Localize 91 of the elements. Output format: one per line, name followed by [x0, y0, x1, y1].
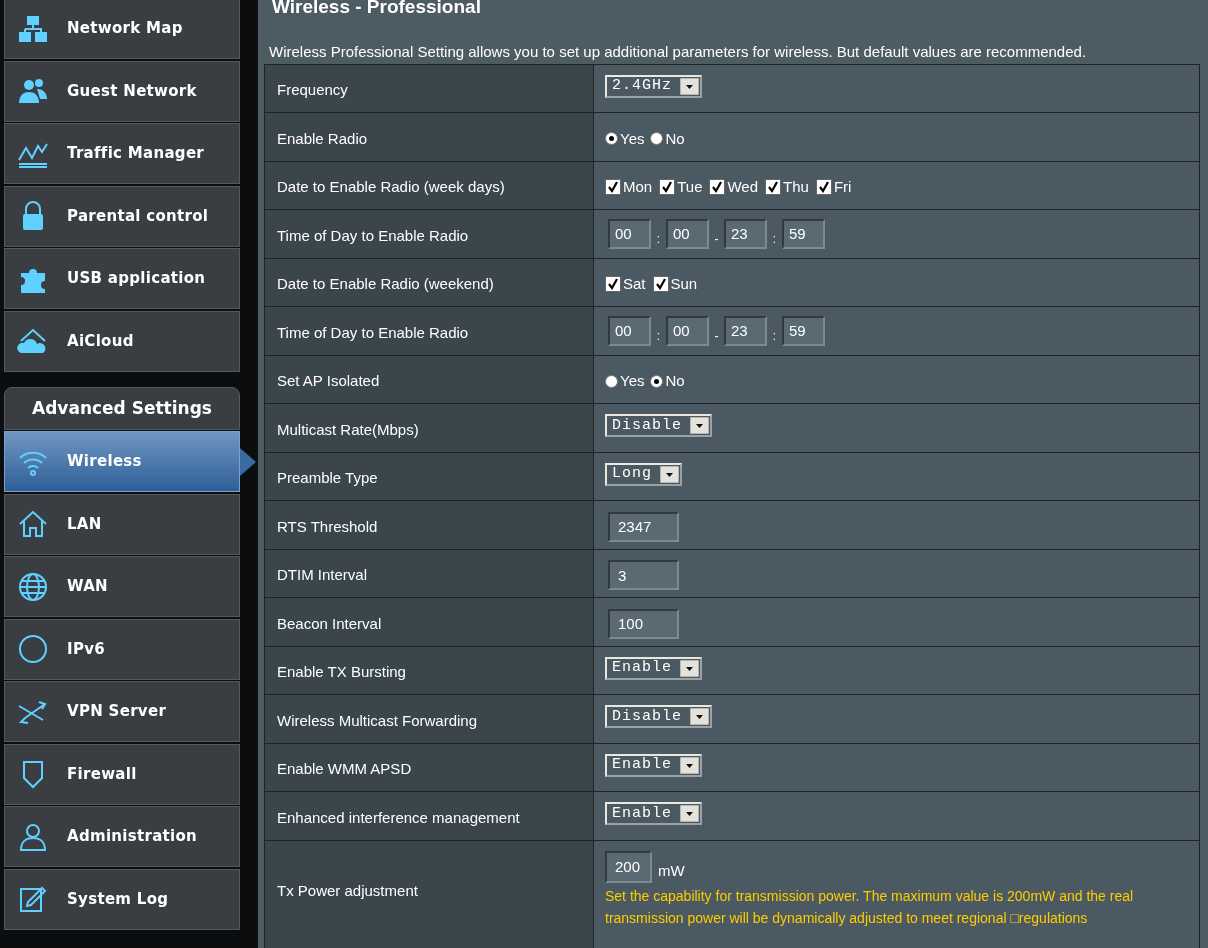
- caret-icon: [690, 417, 709, 435]
- home-icon: [17, 508, 49, 540]
- sidebar-item[interactable]: Guest Network: [4, 60, 240, 122]
- option-label: No: [665, 371, 685, 391]
- separator-text: -: [713, 327, 720, 345]
- checkbox[interactable]: [605, 179, 621, 196]
- setting-label: Date to Enable Radio (weekend): [277, 274, 494, 294]
- sidebar-item[interactable]: Administration: [4, 806, 240, 867]
- separator-text: :: [655, 230, 662, 248]
- option-label: Sun: [670, 274, 698, 294]
- text-field[interactable]: 00: [666, 315, 709, 346]
- separator-text: -: [713, 230, 720, 248]
- setting-label: Time of Day to Enable Radio: [277, 225, 469, 246]
- sidebar-item[interactable]: USB application: [4, 248, 240, 309]
- checkbox[interactable]: [709, 179, 726, 196]
- page-description: Wireless Professional Setting allows you to set up additional parameters for wireless. But default values are recommended.: [269, 42, 1088, 62]
- option-label: Fri: [833, 177, 852, 197]
- sidebar-item[interactable]: AiCloud: [4, 310, 240, 372]
- text-field[interactable]: 100: [608, 608, 679, 639]
- separator-text: :: [771, 327, 778, 345]
- option-label: Thu: [783, 177, 809, 197]
- dropdown[interactable]: Enable: [605, 656, 702, 680]
- text-field[interactable]: 59: [782, 315, 825, 346]
- sidebar-item[interactable]: LAN: [4, 493, 240, 555]
- caret-icon: [690, 708, 709, 726]
- page-title: Wireless - Professional: [272, 0, 482, 19]
- hint-text: Set the capability for transmission power. The maximum value is 200mW and the real transmission power will be dynamically adjusted to meet regional □regulations: [605, 886, 1135, 928]
- caret-icon: [680, 805, 699, 823]
- setting-label: Tx Power adjustment: [277, 880, 418, 901]
- caret-icon: [680, 77, 699, 95]
- sidebar-item[interactable]: Traffic Manager: [4, 123, 240, 184]
- separator-text: :: [655, 327, 662, 345]
- option-label: Sat: [623, 274, 646, 294]
- text-field[interactable]: 23: [724, 315, 767, 346]
- sidebar-item[interactable]: Parental control: [4, 185, 240, 247]
- setting-label: DTIM Interval: [277, 565, 367, 585]
- sidebar-item[interactable]: WAN: [4, 556, 240, 617]
- radio-button[interactable]: [605, 374, 618, 388]
- option-label: No: [665, 128, 685, 149]
- option-label: Mon: [623, 177, 653, 197]
- radio-button[interactable]: [650, 132, 664, 146]
- setting-label: Time of Day to Enable Radio: [277, 322, 469, 343]
- radio-button[interactable]: [650, 374, 664, 388]
- option-label: Yes: [620, 371, 645, 391]
- dropdown[interactable]: Disable: [605, 414, 712, 438]
- setting-label: Enable TX Bursting: [277, 662, 406, 682]
- setting-label: Wireless Multicast Forwarding: [277, 710, 478, 731]
- dropdown[interactable]: 2.4GHz: [605, 74, 702, 98]
- text-field[interactable]: 2347: [608, 511, 679, 542]
- caret-icon: [680, 659, 699, 677]
- setting-label: Preamble Type: [277, 468, 378, 488]
- checkbox[interactable]: [815, 179, 832, 196]
- unit-label: mW: [658, 861, 685, 881]
- checkbox[interactable]: [659, 179, 676, 196]
- setting-label: Set AP Isolated: [277, 371, 380, 391]
- text-field[interactable]: 00: [608, 218, 651, 249]
- sidebar-item[interactable]: VPN Server: [4, 681, 240, 742]
- text-field[interactable]: 59: [782, 218, 825, 249]
- dropdown[interactable]: Disable: [605, 705, 712, 729]
- setting-label: Date to Enable Radio (week days): [277, 177, 505, 197]
- setting-label: Multicast Rate(Mbps): [277, 419, 419, 440]
- option-label: Tue: [677, 177, 703, 197]
- setting-label: Enable Radio: [277, 128, 368, 149]
- setting-label: Frequency: [277, 80, 348, 100]
- checkbox[interactable]: [652, 276, 669, 293]
- text-field[interactable]: 23: [724, 218, 767, 249]
- setting-label: Enhanced interference management: [277, 807, 520, 828]
- caret-icon: [660, 465, 679, 483]
- text-field[interactable]: 00: [608, 315, 651, 346]
- setting-label: Enable WMM APSD: [277, 759, 412, 779]
- sidebar-item[interactable]: Network Map: [4, 0, 240, 59]
- text-field[interactable]: 3: [608, 560, 679, 591]
- option-label: Yes: [620, 128, 645, 149]
- globe-icon: [17, 570, 49, 603]
- setting-label: RTS Threshold: [277, 516, 378, 537]
- checkbox[interactable]: [765, 179, 782, 196]
- checkbox[interactable]: [605, 276, 621, 293]
- separator-text: :: [771, 230, 778, 248]
- sidebar-section-header: Advanced Settings: [4, 387, 240, 430]
- setting-label: Beacon Interval: [277, 613, 382, 634]
- dropdown[interactable]: Enable: [605, 802, 702, 826]
- sidebar-item[interactable]: Firewall: [4, 743, 240, 805]
- sidebar-item[interactable]: IPv6: [4, 618, 240, 680]
- caret-icon: [680, 756, 699, 774]
- dropdown[interactable]: Long: [605, 462, 682, 486]
- sidebar-item[interactable]: System Log: [4, 868, 240, 930]
- option-label: Wed: [727, 177, 759, 197]
- dropdown[interactable]: Enable: [605, 753, 702, 777]
- text-field[interactable]: 200: [605, 850, 652, 883]
- radio-button[interactable]: [605, 132, 618, 146]
- text-field[interactable]: 00: [666, 218, 709, 249]
